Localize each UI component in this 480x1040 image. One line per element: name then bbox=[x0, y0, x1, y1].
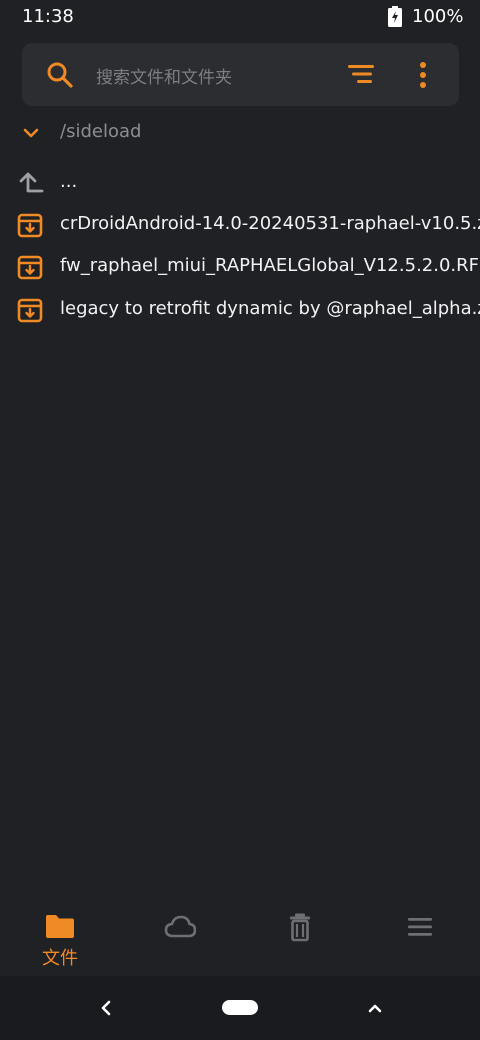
list-item[interactable]: crDroidAndroid-14.0-20240531-raphael-v10… bbox=[0, 205, 480, 245]
tab-files-label: 文件 bbox=[42, 948, 78, 969]
file-name: fw_raphael_miui_RAPHAELGlobal_V12.5.2.0.… bbox=[60, 255, 480, 276]
file-name: crDroidAndroid-14.0-20240531-raphael-v10… bbox=[60, 213, 480, 234]
home-button[interactable] bbox=[222, 1000, 258, 1015]
archive-icon bbox=[17, 213, 43, 238]
system-nav-bar bbox=[0, 976, 480, 1040]
chevron-up-icon[interactable] bbox=[366, 998, 384, 1018]
tab-files[interactable]: 文件 bbox=[0, 900, 120, 976]
list-item[interactable]: fw_raphael_miui_RAPHAELGlobal_V12.5.2.0.… bbox=[0, 247, 480, 287]
battery-charging-icon bbox=[388, 6, 402, 27]
list-item-parent-dir[interactable]: ... bbox=[0, 163, 480, 203]
tab-cloud[interactable] bbox=[120, 900, 240, 976]
more-vert-icon[interactable] bbox=[417, 61, 429, 89]
archive-icon bbox=[17, 255, 43, 280]
search-icon[interactable] bbox=[46, 61, 73, 88]
search-bar[interactable]: 搜索文件和文件夹 bbox=[22, 43, 459, 106]
file-name: legacy to retrofit dynamic by @raphael_a… bbox=[60, 298, 480, 319]
chevron-down-icon[interactable] bbox=[22, 126, 40, 140]
cloud-icon bbox=[164, 915, 196, 938]
back-icon[interactable] bbox=[98, 998, 114, 1018]
archive-icon bbox=[17, 298, 43, 323]
file-manager-screen: 11:38 100% 搜索文件和文件夹 /sideload ... crDroi… bbox=[0, 0, 480, 1040]
trash-icon bbox=[290, 913, 310, 942]
list-item[interactable]: legacy to retrofit dynamic by @raphael_a… bbox=[0, 290, 480, 330]
status-time: 11:38 bbox=[22, 6, 74, 27]
path-breadcrumb[interactable]: /sideload bbox=[0, 115, 480, 149]
current-path: /sideload bbox=[60, 121, 142, 142]
battery-percent: 100% bbox=[412, 6, 464, 27]
status-bar: 11:38 100% bbox=[0, 0, 480, 34]
folder-icon bbox=[46, 915, 74, 938]
file-name: ... bbox=[60, 171, 78, 192]
arrow-up-left-icon bbox=[19, 172, 44, 193]
tab-menu[interactable] bbox=[360, 900, 480, 976]
tab-trash[interactable] bbox=[240, 900, 360, 976]
menu-icon bbox=[408, 918, 432, 936]
sort-icon[interactable] bbox=[348, 62, 376, 86]
bottom-nav: 文件 bbox=[0, 900, 480, 976]
search-input[interactable]: 搜索文件和文件夹 bbox=[96, 63, 232, 88]
